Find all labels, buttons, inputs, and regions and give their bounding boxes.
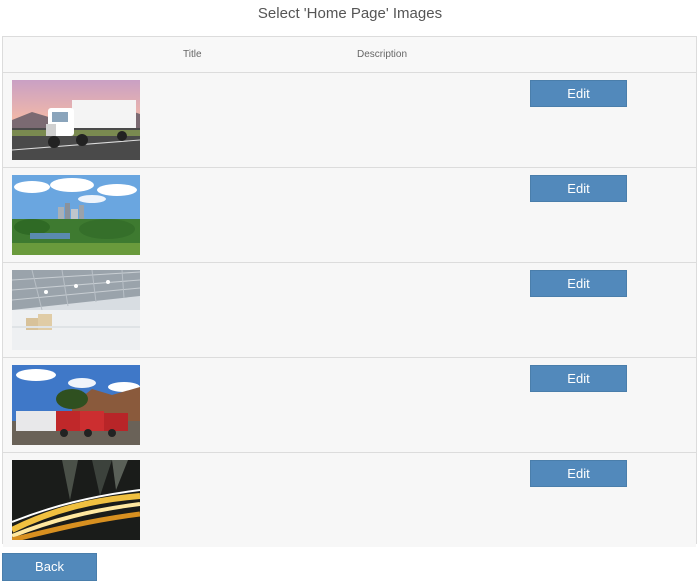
row-thumbnail-image xyxy=(12,365,140,445)
column-header-description: Description xyxy=(357,49,408,60)
column-header-title: Title xyxy=(183,49,202,60)
table-row: Edit xyxy=(3,358,696,453)
warehouse-image xyxy=(12,270,140,350)
table-header: Title Description xyxy=(3,37,696,73)
city-skyline-image xyxy=(12,175,140,255)
table-row: Edit xyxy=(3,263,696,358)
back-button[interactable]: Back xyxy=(2,553,97,581)
edit-button[interactable]: Edit xyxy=(530,365,627,392)
images-table: Title Description Edit Edit Edit Edit Ed… xyxy=(2,36,697,547)
red-trucks-image xyxy=(12,365,140,445)
row-thumbnail-image xyxy=(12,270,140,350)
page-title: Select 'Home Page' Images xyxy=(257,5,443,22)
edit-button[interactable]: Edit xyxy=(530,175,627,202)
edit-button[interactable]: Edit xyxy=(530,270,627,297)
white-semi-truck-image xyxy=(12,80,140,160)
row-thumbnail-image xyxy=(12,175,140,255)
row-thumbnail-image xyxy=(12,460,140,540)
light-trails-image xyxy=(12,460,140,540)
edit-button[interactable]: Edit xyxy=(530,460,627,487)
edit-button[interactable]: Edit xyxy=(530,80,627,107)
table-row: Edit xyxy=(3,168,696,263)
table-row: Edit xyxy=(3,453,696,547)
table-row: Edit xyxy=(3,73,696,168)
row-thumbnail-image xyxy=(12,80,140,160)
